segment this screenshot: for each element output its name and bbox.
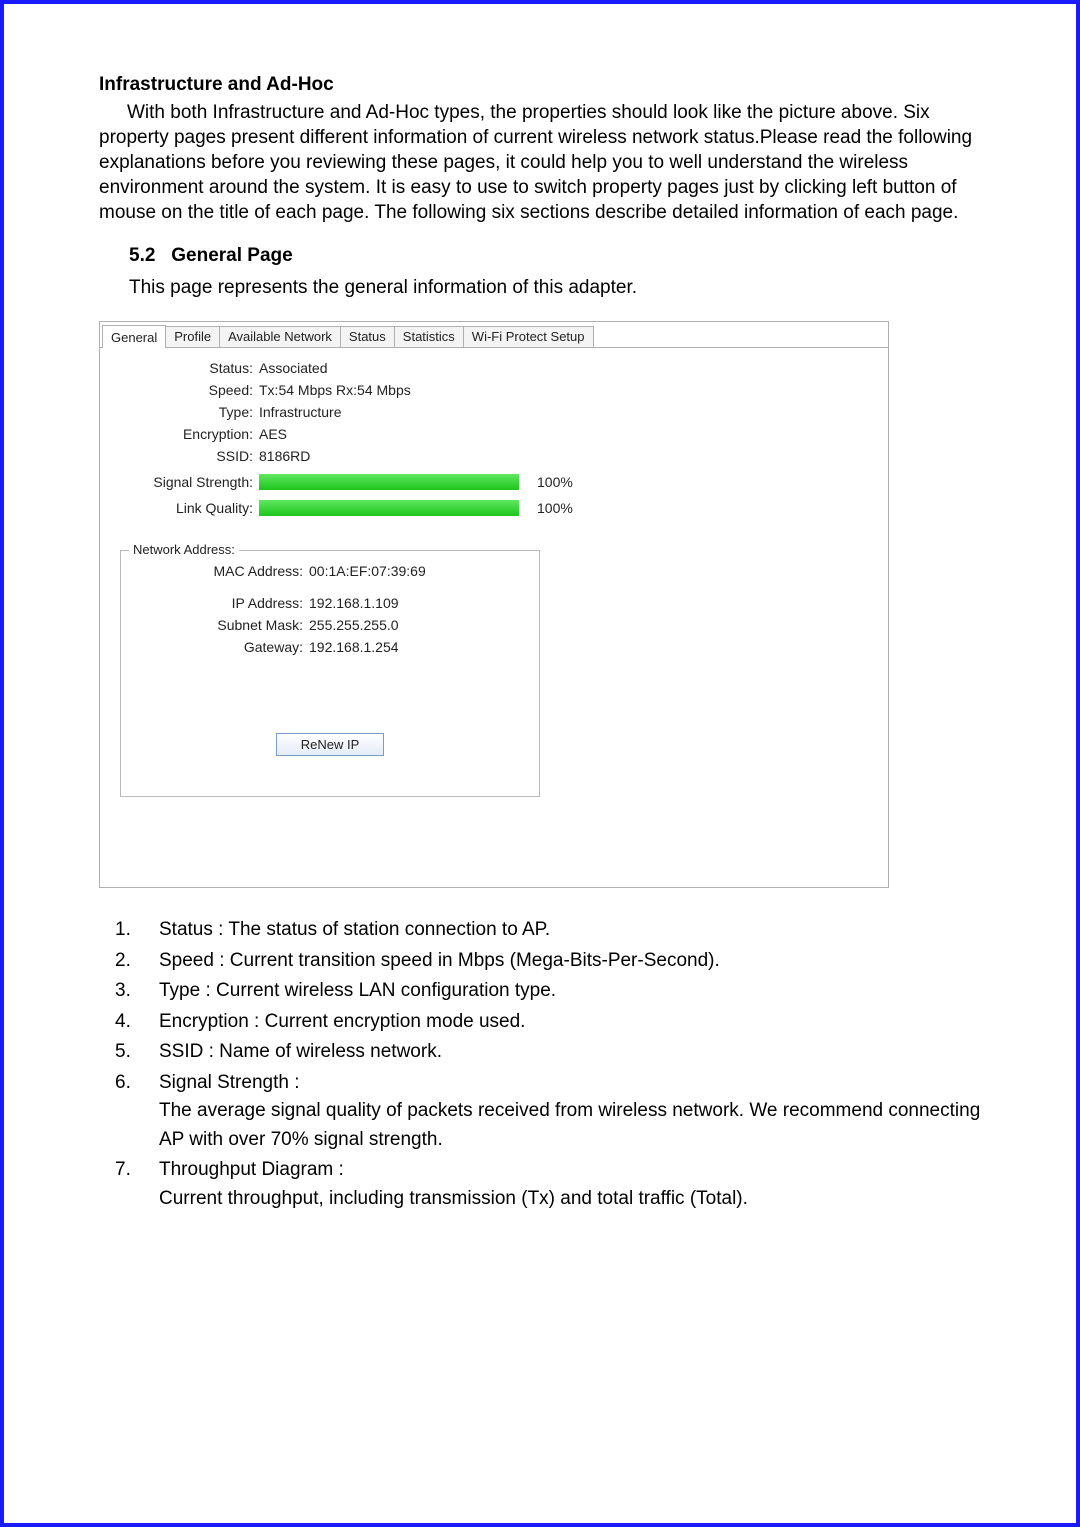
list-item-title: Signal Strength : xyxy=(159,1069,981,1098)
gateway-label: Gateway: xyxy=(129,639,309,655)
link-quality-label: Link Quality: xyxy=(114,500,259,516)
subsection-heading: 5.2 General Page xyxy=(129,245,981,267)
speed-label: Speed: xyxy=(114,382,259,398)
ip-label: IP Address: xyxy=(129,595,309,611)
encryption-value: AES xyxy=(259,426,287,442)
intro-paragraph: With both Infrastructure and Ad-Hoc type… xyxy=(99,100,981,225)
speed-value: Tx:54 Mbps Rx:54 Mbps xyxy=(259,382,411,398)
mac-value: 00:1A:EF:07:39:69 xyxy=(309,563,426,579)
section-heading: Infrastructure and Ad-Hoc xyxy=(99,74,981,96)
link-quality-bar xyxy=(259,500,519,516)
network-address-legend: Network Address: xyxy=(129,542,239,557)
list-item: Throughput Diagram : Current throughput,… xyxy=(99,1156,981,1213)
tab-statistics[interactable]: Statistics xyxy=(394,326,464,347)
subnet-value: 255.255.255.0 xyxy=(309,617,399,633)
tab-available-network[interactable]: Available Network xyxy=(219,326,341,347)
general-pane: Status:Associated Speed:Tx:54 Mbps Rx:54… xyxy=(100,348,888,883)
tab-general[interactable]: General xyxy=(102,325,166,348)
list-item: SSID : Name of wireless network. xyxy=(99,1038,981,1067)
gateway-value: 192.168.1.254 xyxy=(309,639,399,655)
list-item: Encryption : Current encryption mode use… xyxy=(99,1008,981,1037)
tab-strip: General Profile Available Network Status… xyxy=(100,322,888,348)
status-label: Status: xyxy=(114,360,259,376)
list-item-desc: Current throughput, including transmissi… xyxy=(159,1185,981,1214)
network-address-group: Network Address: MAC Address:00:1A:EF:07… xyxy=(120,550,540,797)
tab-wifi-protect-setup[interactable]: Wi-Fi Protect Setup xyxy=(463,326,594,347)
link-quality-value: 100% xyxy=(537,500,573,516)
list-item: Speed : Current transition speed in Mbps… xyxy=(99,947,981,976)
status-value: Associated xyxy=(259,360,327,376)
ssid-label: SSID: xyxy=(114,448,259,464)
signal-strength-label: Signal Strength: xyxy=(114,474,259,490)
ip-value: 192.168.1.109 xyxy=(309,595,399,611)
list-item: Status : The status of station connectio… xyxy=(99,916,981,945)
wifi-properties-dialog: General Profile Available Network Status… xyxy=(99,321,889,888)
subnet-label: Subnet Mask: xyxy=(129,617,309,633)
signal-strength-value: 100% xyxy=(537,474,573,490)
subsection-intro: This page represents the general informa… xyxy=(129,277,981,299)
list-item: Type : Current wireless LAN configuratio… xyxy=(99,977,981,1006)
mac-label: MAC Address: xyxy=(129,563,309,579)
tab-profile[interactable]: Profile xyxy=(165,326,220,347)
subsection-number: 5.2 xyxy=(129,245,155,266)
page-frame: Infrastructure and Ad-Hoc With both Infr… xyxy=(0,0,1080,1527)
signal-strength-bar xyxy=(259,474,519,490)
list-item-desc: The average signal quality of packets re… xyxy=(159,1097,981,1154)
list-item-title: Throughput Diagram : xyxy=(159,1156,981,1185)
explanation-list: Status : The status of station connectio… xyxy=(99,916,981,1213)
tab-status[interactable]: Status xyxy=(340,326,395,347)
subsection-title: General Page xyxy=(171,245,292,266)
type-label: Type: xyxy=(114,404,259,420)
type-value: Infrastructure xyxy=(259,404,341,420)
ssid-value: 8186RD xyxy=(259,448,310,464)
encryption-label: Encryption: xyxy=(114,426,259,442)
renew-ip-button[interactable]: ReNew IP xyxy=(276,733,385,756)
list-item: Signal Strength : The average signal qua… xyxy=(99,1069,981,1155)
